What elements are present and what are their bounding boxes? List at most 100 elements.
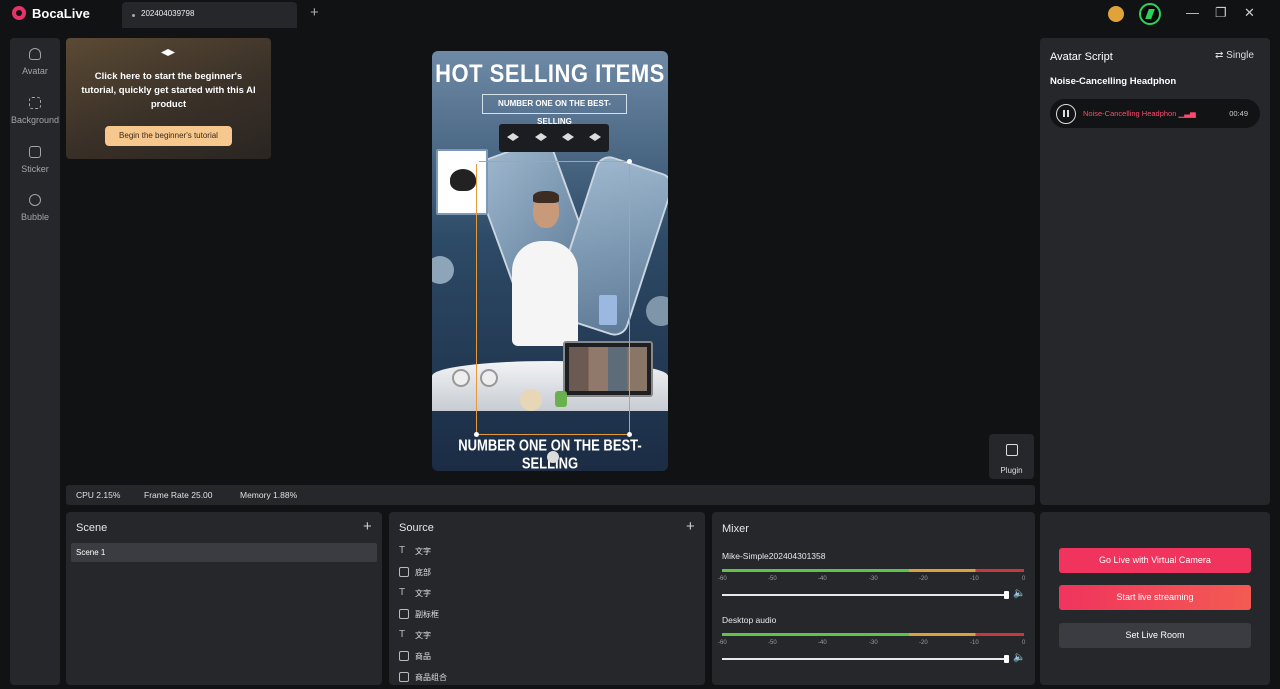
selection-box[interactable] [474, 159, 632, 437]
plugin-label: Plugin [1000, 466, 1023, 475]
frame-rate-stat: Frame Rate 25.00 [144, 490, 213, 500]
volume-slider[interactable] [722, 591, 1009, 599]
restore-button[interactable]: ❐ [1215, 5, 1227, 21]
script-item[interactable]: Noise-Cancelling Headphon ▁▃▅ 00:49 [1050, 99, 1260, 128]
source-item[interactable]: T 文字 [399, 586, 659, 602]
sidebar-item-sticker[interactable]: Sticker [10, 146, 60, 174]
rotate-icon[interactable] [547, 451, 559, 463]
source-item-label: 文字 [415, 631, 431, 640]
app-title: BocaLive [32, 6, 90, 21]
tick-label: -40 [818, 640, 827, 646]
tick-label: -50 [768, 640, 777, 646]
sidebar-item-background[interactable]: Background [10, 97, 60, 125]
source-item[interactable]: 底部 [399, 565, 659, 581]
tick-label: -10 [970, 640, 979, 646]
tick-label: -40 [818, 576, 827, 582]
source-item[interactable]: T 文字 [399, 628, 659, 644]
speaker-icon[interactable]: 🔈 [1013, 588, 1025, 599]
sidebar-item-avatar[interactable]: Avatar [10, 48, 60, 76]
source-item-label: 底部 [415, 568, 431, 577]
scene-panel: Scene + Scene 1 [66, 512, 382, 685]
pause-icon[interactable] [1056, 104, 1076, 124]
preview-subtitle: NUMBER ONE ON THE BEST-SELLING [482, 94, 627, 126]
minimize-button[interactable]: — [1186, 5, 1199, 20]
source-item[interactable]: T 文字 [399, 544, 659, 560]
preview-title: HOT SELLING ITEMS [435, 59, 665, 88]
script-title: Avatar Script [1050, 51, 1113, 63]
title-bar: BocaLive 202404039798 + — ❐ ✕ [0, 0, 1280, 28]
volume-meter [722, 633, 1024, 636]
volume-meter [722, 569, 1024, 572]
sidebar-item-label: Avatar [22, 66, 48, 76]
source-item-label: 文字 [415, 589, 431, 598]
source-title: Source [399, 522, 434, 534]
tick-label: -60 [718, 640, 727, 646]
resize-handle[interactable] [474, 159, 479, 164]
sticker-icon [29, 146, 41, 158]
robot-graphic [452, 369, 470, 387]
left-sidebar: Avatar Background Sticker Bubble [10, 38, 60, 685]
slider-knob[interactable] [1004, 591, 1009, 599]
mixer-title: Mixer [722, 523, 749, 535]
source-item[interactable]: 商品 [399, 649, 659, 665]
add-tab-button[interactable]: + [310, 4, 319, 21]
source-item[interactable]: 商品组合 [399, 670, 659, 685]
plugin-button[interactable]: Plugin [989, 434, 1034, 479]
diamond-icon[interactable] [1108, 6, 1124, 22]
go-live-virtual-camera-button[interactable]: Go Live with Virtual Camera [1059, 548, 1251, 573]
add-source-button[interactable]: + [686, 518, 695, 535]
start-live-streaming-button[interactable]: Start live streaming [1059, 585, 1251, 610]
source-item-label: 商品组合 [415, 673, 447, 682]
layer-toolbar [499, 124, 609, 152]
background-icon [29, 97, 41, 109]
live-actions-panel: Go Live with Virtual Camera Start live s… [1040, 512, 1270, 685]
tab-label: 202404039798 [141, 9, 195, 18]
script-item-title: Noise-Cancelling Headphon ▁▃▅ [1083, 109, 1196, 118]
tick-label: -10 [970, 576, 979, 582]
text-icon: T [399, 545, 406, 556]
tick-label: -30 [869, 576, 878, 582]
scene-item-label: Scene 1 [76, 548, 106, 557]
send-to-back-icon[interactable] [589, 133, 601, 141]
speaker-icon[interactable]: 🔈 [1013, 652, 1025, 663]
text-icon: T [399, 629, 406, 640]
tick-label: 0 [1022, 576, 1026, 582]
source-item[interactable]: 副标框 [399, 607, 659, 623]
source-item-label: 商品 [415, 652, 431, 661]
scene-title: Scene [76, 522, 108, 534]
tick-label: 0 [1022, 640, 1026, 646]
script-name: Noise-Cancelling Headphon [1050, 76, 1177, 87]
bubble-icon [29, 194, 41, 206]
image-icon [399, 651, 409, 661]
scene-item[interactable]: Scene 1 [71, 543, 377, 562]
add-scene-button[interactable]: + [363, 518, 372, 535]
script-item-title-text: Noise-Cancelling Headphon [1083, 109, 1177, 118]
script-mode-toggle[interactable]: ⇄ Single [1215, 50, 1254, 61]
bring-forward-icon[interactable] [535, 133, 547, 141]
user-avatar[interactable] [1139, 3, 1161, 25]
live-preview[interactable]: HOT SELLING ITEMS NUMBER ONE ON THE BEST… [432, 51, 668, 471]
performance-stats: CPU 2.15% Frame Rate 25.00 Memory 1.88% [66, 485, 1035, 505]
source-list[interactable]: T 文字 底部 T 文字 副标框 T 文字 商品 商品组合 [389, 544, 705, 685]
set-live-room-button[interactable]: Set Live Room [1059, 623, 1251, 648]
close-button[interactable]: ✕ [1244, 5, 1255, 21]
resize-handle[interactable] [627, 159, 632, 164]
image-icon [399, 672, 409, 682]
send-backward-icon[interactable] [562, 133, 574, 141]
slider-knob[interactable] [1004, 655, 1009, 663]
sidebar-item-bubble[interactable]: Bubble [10, 194, 60, 222]
tick-label: -50 [768, 576, 777, 582]
bring-to-front-icon[interactable] [507, 133, 519, 141]
text-icon: T [399, 587, 406, 598]
source-item-label: 副标框 [415, 610, 439, 619]
mixer-channel-name: Desktop audio [722, 615, 777, 625]
tab-project[interactable]: 202404039798 [122, 2, 297, 28]
tutorial-card[interactable]: Click here to start the beginner's tutor… [66, 38, 271, 159]
tick-label: -20 [919, 576, 928, 582]
graduation-cap-icon [161, 49, 175, 56]
plugin-icon [1005, 444, 1018, 456]
begin-tutorial-button[interactable]: Begin the beginner's tutorial [105, 126, 232, 146]
sphere-graphic [432, 256, 454, 284]
memory-stat: Memory 1.88% [240, 490, 298, 500]
volume-slider[interactable] [722, 655, 1009, 663]
